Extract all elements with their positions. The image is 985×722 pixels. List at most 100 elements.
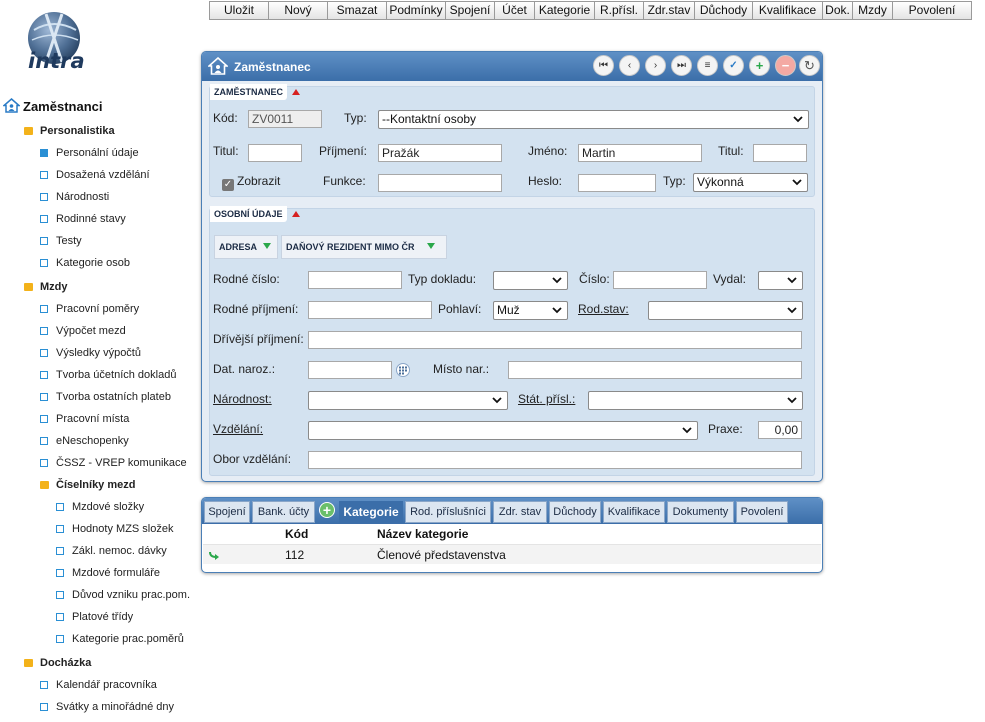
kod-field[interactable] <box>248 110 322 128</box>
sidebar-item-calc-results[interactable]: Výsledky výpočtů <box>40 344 141 362</box>
sidebar-item-personal-data[interactable]: Personální údaje <box>40 144 139 162</box>
wages-button[interactable]: Mzdy <box>852 1 893 20</box>
sidebar-item-wage-components[interactable]: Mzdové složky <box>56 498 144 516</box>
sidebar-item-nationalities[interactable]: Národnosti <box>40 188 109 206</box>
sidebar-item-employment-reason[interactable]: Důvod vzniku prac.pom. <box>56 586 190 604</box>
tab-health[interactable]: Zdr. stav <box>493 501 547 523</box>
pohlavi-select[interactable]: Muž <box>493 301 568 320</box>
rod-stav-label[interactable]: Rod.stav: <box>578 302 629 316</box>
add-tab-icon[interactable]: + <box>319 502 335 518</box>
sidebar-item-wage-forms[interactable]: Mzdové formuláře <box>56 564 160 582</box>
typ-select[interactable]: --Kontaktní osoby <box>378 110 809 129</box>
relatives-button[interactable]: R.přísl. <box>594 1 644 20</box>
tab-pensions[interactable]: Důchody <box>549 501 601 523</box>
heslo-field[interactable] <box>578 174 656 192</box>
sidebar-item-marital[interactable]: Rodinné stavy <box>40 210 126 228</box>
sidebar-root-employees[interactable]: Zaměstnanci <box>1 98 102 116</box>
tab-qualifications[interactable]: Kvalifikace <box>603 501 665 523</box>
permissions-button[interactable]: Povolení <box>892 1 972 20</box>
narodnost-label[interactable]: Národnost: <box>213 392 272 406</box>
documents-button[interactable]: Dok. <box>822 1 853 20</box>
stat-prisl-select[interactable] <box>588 391 803 410</box>
vzdelani-select[interactable] <box>308 421 698 440</box>
last-icon[interactable]: ⏭ <box>671 55 692 76</box>
pensions-button[interactable]: Důchody <box>694 1 753 20</box>
tab-documents[interactable]: Dokumenty <box>667 501 734 523</box>
sidebar-item-mzs-values[interactable]: Hodnoty MZS složek <box>56 520 173 538</box>
sidebar-item-education[interactable]: Dosažená vzdělání <box>40 166 150 184</box>
cislo-field[interactable] <box>613 271 707 289</box>
sidebar-item-work-places[interactable]: Pracovní místa <box>40 410 129 428</box>
drivejsi-field[interactable] <box>308 331 802 349</box>
sidebar-item-person-categories[interactable]: Kategorie osob <box>40 254 130 272</box>
prev-icon[interactable]: ‹ <box>619 55 640 76</box>
list-icon[interactable]: ≡ <box>697 55 718 76</box>
typ-dokladu-select[interactable] <box>493 271 568 290</box>
rodne-prijmeni-field[interactable] <box>308 301 432 319</box>
sidebar-group-ciselniky[interactable]: Číselníky mezd <box>40 476 135 494</box>
sidebar-group-personalistika[interactable]: Personalistika <box>24 122 115 140</box>
arrow-right-icon[interactable] <box>209 549 221 560</box>
funkce-field[interactable] <box>378 174 502 192</box>
check-icon[interactable]: ✓ <box>723 55 744 76</box>
sidebar-item-wage-calc[interactable]: Výpočet mezd <box>40 322 126 340</box>
add-icon[interactable]: + <box>749 55 770 76</box>
table-row[interactable]: 112 Členové představenstva <box>203 544 821 564</box>
sidebar-item-relation-categories[interactable]: Kategorie prac.poměrů <box>56 630 184 648</box>
sidebar-item-other-payments[interactable]: Tvorba ostatních plateb <box>40 388 171 406</box>
column-header-kod[interactable]: Kód <box>285 527 308 541</box>
remove-icon[interactable]: − <box>775 55 796 76</box>
calendar-icon[interactable] <box>396 363 410 377</box>
connections-button[interactable]: Spojení <box>445 1 495 20</box>
rodne-cislo-field[interactable] <box>308 271 402 289</box>
praxe-field[interactable] <box>758 421 802 439</box>
sidebar-group-dochazka[interactable]: Docházka <box>24 654 91 672</box>
sidebar-item-calendar[interactable]: Kalendář pracovníka <box>40 676 157 694</box>
next-icon[interactable]: › <box>645 55 666 76</box>
account-button[interactable]: Účet <box>494 1 535 20</box>
conditions-button[interactable]: Podmínky <box>386 1 446 20</box>
sidebar-item-salary-classes[interactable]: Platové třídy <box>56 608 133 626</box>
category-button[interactable]: Kategorie <box>534 1 595 20</box>
delete-button[interactable]: Smazat <box>327 1 387 20</box>
misto-nar-field[interactable] <box>508 361 802 379</box>
first-icon[interactable]: ⏮ <box>593 55 614 76</box>
sidebar-item-holidays[interactable]: Svátky a minořádné dny <box>40 698 174 716</box>
typ2-select[interactable]: Výkonná <box>693 173 808 192</box>
sidebar-item-tests[interactable]: Testy <box>40 232 82 250</box>
subtab-adresa[interactable]: ADRESA <box>214 235 278 259</box>
sidebar-item-cssz[interactable]: ČSSZ - VREP komunikace <box>40 454 187 472</box>
sidebar-item-accounting-docs[interactable]: Tvorba účetních dokladů <box>40 366 176 384</box>
collapse-icon[interactable] <box>292 89 300 95</box>
sidebar-item-sick-benefits[interactable]: Zákl. nemoc. dávky <box>56 542 167 560</box>
sidebar-item-eneschopenky[interactable]: eNeschopenky <box>40 432 129 450</box>
health-button[interactable]: Zdr.stav <box>643 1 695 20</box>
section-employee-label: ZAMĚSTNANEC <box>210 84 287 100</box>
subtab-tax-resident[interactable]: DAŇOVÝ REZIDENT MIMO ČR <box>281 235 447 259</box>
tab-spojeni[interactable]: Spojení <box>204 501 250 523</box>
obor-field[interactable] <box>308 451 802 469</box>
column-header-nazev[interactable]: Název kategorie <box>377 527 468 541</box>
tab-permissions[interactable]: Povolení <box>736 501 788 523</box>
tab-kategorie[interactable]: Kategorie <box>339 501 403 523</box>
new-button[interactable]: Nový <box>268 1 328 20</box>
refresh-icon[interactable]: ↻ <box>799 55 820 76</box>
dat-naroz-field[interactable] <box>308 361 392 379</box>
sidebar-item-work-relations[interactable]: Pracovní poměry <box>40 300 139 318</box>
titul-field[interactable] <box>248 144 302 162</box>
stat-prisl-label[interactable]: Stát. přísl.: <box>518 392 575 406</box>
qualifications-button[interactable]: Kvalifikace <box>752 1 823 20</box>
titul2-field[interactable] <box>753 144 807 162</box>
tab-bank-accounts[interactable]: Bank. účty <box>252 501 315 523</box>
prijmeni-field[interactable] <box>378 144 502 162</box>
vzdelani-label[interactable]: Vzdělání: <box>213 422 263 436</box>
jmeno-field[interactable] <box>578 144 702 162</box>
narodnost-select[interactable] <box>308 391 508 410</box>
sidebar-group-mzdy[interactable]: Mzdy <box>24 278 68 296</box>
save-button[interactable]: Uložit <box>209 1 269 20</box>
zobrazit-checkbox[interactable]: ✓ Zobrazit <box>222 174 280 191</box>
vydal-select[interactable] <box>758 271 803 290</box>
collapse-icon[interactable] <box>292 211 300 217</box>
rod-stav-select[interactable] <box>648 301 803 320</box>
tab-relatives[interactable]: Rod. příslušníci <box>405 501 491 523</box>
